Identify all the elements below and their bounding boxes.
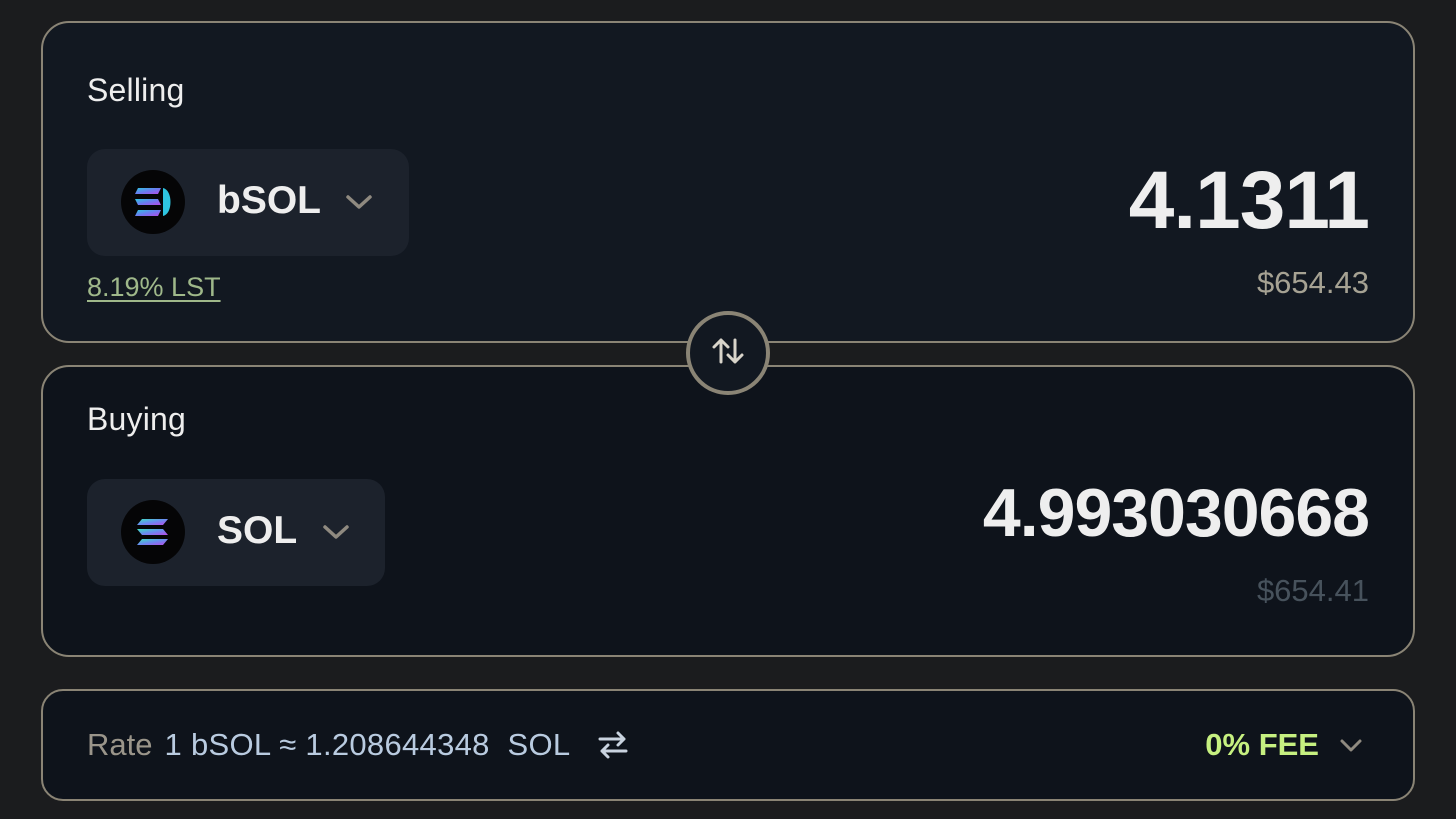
rate-label: Rate bbox=[87, 727, 153, 762]
buying-panel: Buying SOL 4.993030668 $654.41 bbox=[41, 365, 1415, 657]
rate-value: 1 bSOL ≈ 1.208644348 SOL bbox=[164, 727, 571, 762]
swap-vertical-icon bbox=[708, 331, 748, 376]
buy-usd-value: $654.41 bbox=[1256, 573, 1369, 608]
buy-token-symbol: SOL bbox=[217, 509, 298, 552]
flip-direction-button[interactable] bbox=[686, 311, 770, 395]
chevron-down-icon bbox=[321, 517, 351, 547]
swap-horizontal-icon[interactable] bbox=[596, 728, 630, 762]
sell-token-symbol: bSOL bbox=[217, 179, 321, 222]
sell-usd-value: $654.43 bbox=[1256, 265, 1369, 300]
buy-amount: 4.993030668 bbox=[982, 475, 1370, 551]
fee-dropdown[interactable]: 0% FEE bbox=[1205, 727, 1365, 763]
buy-token-selector[interactable]: SOL bbox=[87, 479, 385, 586]
chevron-down-icon bbox=[344, 187, 374, 217]
sol-logo-icon bbox=[121, 500, 185, 564]
buying-label: Buying bbox=[87, 401, 187, 437]
selling-label: Selling bbox=[87, 72, 185, 108]
chevron-down-icon bbox=[1337, 731, 1365, 759]
lst-apy-link[interactable]: 8.19% LST bbox=[87, 272, 221, 303]
sell-amount[interactable]: 4.1311 bbox=[1129, 154, 1370, 248]
rate-panel: Rate 1 bSOL ≈ 1.208644348 SOL 0% FEE bbox=[41, 689, 1415, 801]
fee-label: 0% FEE bbox=[1205, 727, 1319, 762]
bsol-logo-icon bbox=[121, 170, 185, 234]
selling-panel: Selling bSOL 8.19% LST 4.1311 $654.43 bbox=[41, 21, 1415, 343]
exchange-rate: Rate 1 bSOL ≈ 1.208644348 SOL bbox=[87, 727, 630, 763]
sell-token-selector[interactable]: bSOL bbox=[87, 149, 409, 256]
